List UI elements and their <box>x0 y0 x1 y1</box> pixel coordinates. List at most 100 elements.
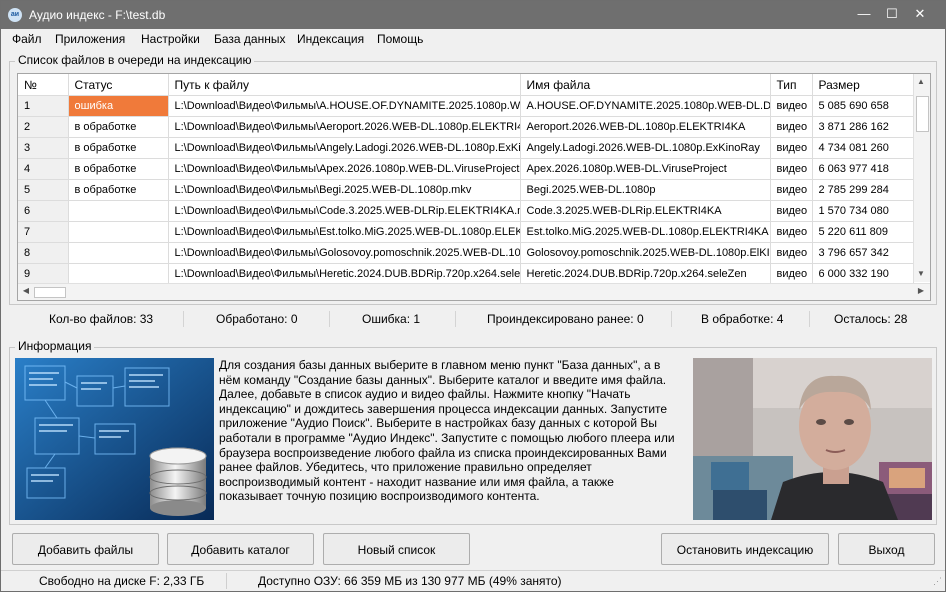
cell-filename: Angely.Ladogi.2026.WEB-DL.1080p.ExKinoRa… <box>520 137 771 159</box>
stats-divider <box>671 311 672 327</box>
stats-divider <box>183 311 184 327</box>
table-row[interactable]: 3 в обработке L:\Download\Видео\Фильмы\A… <box>18 137 914 159</box>
cell-filename: Aeroport.2026.WEB-DL.1080p.ELEKTRI4KA <box>520 116 771 138</box>
scroll-down-icon[interactable]: ▼ <box>914 267 928 281</box>
stat-file-count: Кол-во файлов: 33 <box>49 312 154 326</box>
cell-status <box>68 221 169 243</box>
table-row[interactable]: 9 L:\Download\Видео\Фильмы\Heretic.2024.… <box>18 263 914 285</box>
cell-path: L:\Download\Видео\Фильмы\Begi.2025.WEB-D… <box>168 179 521 201</box>
cell-status: в обработке <box>68 116 169 138</box>
cell-num: 3 <box>18 137 69 159</box>
cell-status-error: ошибка <box>68 95 169 117</box>
vertical-scroll-thumb[interactable] <box>916 96 929 132</box>
cell-path: L:\Download\Видео\Фильмы\Golosovoy.pomos… <box>168 242 521 264</box>
cell-num: 6 <box>18 200 69 222</box>
vertical-scrollbar[interactable]: ▲ ▼ <box>913 74 930 282</box>
scroll-up-icon[interactable]: ▲ <box>914 75 928 89</box>
cell-type: видео <box>770 95 813 117</box>
stat-processed: Обработано: 0 <box>216 312 298 326</box>
cell-status: в обработке <box>68 179 169 201</box>
info-group-title: Информация <box>15 339 95 353</box>
cell-type: видео <box>770 242 813 264</box>
menu-help[interactable]: Помощь <box>377 32 423 46</box>
maximize-button[interactable]: ☐ <box>881 5 903 23</box>
stop-indexing-button[interactable]: Остановить индексацию <box>661 533 829 565</box>
table-row[interactable]: 6 L:\Download\Видео\Фильмы\Code.3.2025.W… <box>18 200 914 222</box>
cell-path: L:\Download\Видео\Фильмы\Code.3.2025.WEB… <box>168 200 521 222</box>
ram-status: Доступно ОЗУ: 66 359 МБ из 130 977 МБ (4… <box>258 574 562 588</box>
cell-num: 9 <box>18 263 69 285</box>
menu-applications[interactable]: Приложения <box>55 32 125 46</box>
add-files-button[interactable]: Добавить файлы <box>12 533 159 565</box>
cell-filename: Begi.2025.WEB-DL.1080p <box>520 179 771 201</box>
column-header-filename[interactable]: Имя файла <box>520 74 771 96</box>
cell-status: в обработке <box>68 137 169 159</box>
cell-num: 2 <box>18 116 69 138</box>
table-row[interactable]: 2 в обработке L:\Download\Видео\Фильмы\A… <box>18 116 914 138</box>
new-list-button[interactable]: Новый список <box>323 533 470 565</box>
cell-num: 1 <box>18 95 69 117</box>
app-window: аи Аудио индекс - F:\test.db — ☐ ✕ Файл … <box>0 0 946 592</box>
cell-num: 7 <box>18 221 69 243</box>
cell-path: L:\Download\Видео\Фильмы\Angely.Ladogi.2… <box>168 137 521 159</box>
app-logo-icon: аи <box>8 8 22 22</box>
database-illustration <box>15 358 214 520</box>
cell-filename: A.HOUSE.OF.DYNAMITE.2025.1080p.WEB-DL.DU… <box>520 95 771 117</box>
column-header-status[interactable]: Статус <box>68 74 169 96</box>
cell-status <box>68 242 169 264</box>
files-table[interactable]: № Статус Путь к файлу Имя файла Тип Разм… <box>17 73 931 301</box>
cell-size: 3 871 286 162 <box>812 116 914 138</box>
column-header-type[interactable]: Тип <box>770 74 813 96</box>
cell-num: 4 <box>18 158 69 180</box>
menu-indexing[interactable]: Индексация <box>297 32 364 46</box>
cell-filename: Code.3.2025.WEB-DLRip.ELEKTRI4KA <box>520 200 771 222</box>
files-table-grid: № Статус Путь к файлу Имя файла Тип Разм… <box>18 74 914 285</box>
cell-filename: Golosovoy.pomoschnik.2025.WEB-DL.1080p.E… <box>520 242 771 264</box>
menu-bar: Файл Приложения Настройки База данных Ин… <box>1 29 945 49</box>
stats-bar: Кол-во файлов: 33 Обработано: 0 Ошибка: … <box>11 309 935 329</box>
stats-divider <box>455 311 456 327</box>
cell-path: L:\Download\Видео\Фильмы\A.HOUSE.OF.DYNA… <box>168 95 521 117</box>
cell-type: видео <box>770 200 813 222</box>
scroll-right-icon[interactable]: ▶ <box>914 284 928 298</box>
cell-status: в обработке <box>68 158 169 180</box>
minimize-button[interactable]: — <box>853 5 875 23</box>
close-button[interactable]: ✕ <box>909 5 931 23</box>
stats-divider <box>329 311 330 327</box>
cell-filename: Est.tolko.MiG.2025.WEB-DL.1080p.ELEKTRI4… <box>520 221 771 243</box>
title-bar[interactable]: аи Аудио индекс - F:\test.db — ☐ ✕ <box>1 1 945 29</box>
column-header-size[interactable]: Размер <box>812 74 914 96</box>
status-bar: Свободно на диске F: 2,33 ГБ Доступно ОЗ… <box>1 570 945 592</box>
cell-size: 5 220 611 809 <box>812 221 914 243</box>
menu-file[interactable]: Файл <box>12 32 42 46</box>
table-row[interactable]: 5 в обработке L:\Download\Видео\Фильмы\B… <box>18 179 914 201</box>
column-header-num[interactable]: № <box>18 74 69 96</box>
add-folder-button[interactable]: Добавить каталог <box>167 533 314 565</box>
stat-remaining: Осталось: 28 <box>834 312 908 326</box>
cell-type: видео <box>770 137 813 159</box>
table-row[interactable]: 8 L:\Download\Видео\Фильмы\Golosovoy.pom… <box>18 242 914 264</box>
stat-in-progress: В обработке: 4 <box>701 312 784 326</box>
table-row[interactable]: 7 L:\Download\Видео\Фильмы\Est.tolko.MiG… <box>18 221 914 243</box>
menu-database[interactable]: База данных <box>214 32 285 46</box>
cell-status <box>68 263 169 285</box>
table-row[interactable]: 1 ошибка L:\Download\Видео\Фильмы\A.HOUS… <box>18 95 914 117</box>
cell-path: L:\Download\Видео\Фильмы\Heretic.2024.DU… <box>168 263 521 285</box>
column-header-path[interactable]: Путь к файлу <box>168 74 521 96</box>
resize-grip-icon[interactable]: ⋰ <box>933 576 942 587</box>
exit-button[interactable]: Выход <box>838 533 935 565</box>
cell-size: 1 570 734 080 <box>812 200 914 222</box>
cell-path: L:\Download\Видео\Фильмы\Apex.2026.1080p… <box>168 158 521 180</box>
cell-type: видео <box>770 263 813 285</box>
cell-type: видео <box>770 158 813 180</box>
horizontal-scroll-thumb[interactable] <box>34 287 66 298</box>
cell-type: видео <box>770 116 813 138</box>
queue-group-title: Список файлов в очереди на индексацию <box>15 53 255 67</box>
cell-type: видео <box>770 221 813 243</box>
table-row[interactable]: 4 в обработке L:\Download\Видео\Фильмы\A… <box>18 158 914 180</box>
menu-settings[interactable]: Настройки <box>141 32 200 46</box>
cell-path: L:\Download\Видео\Фильмы\Aeroport.2026.W… <box>168 116 521 138</box>
scroll-left-icon[interactable]: ◀ <box>19 284 33 298</box>
cell-size: 6 063 977 418 <box>812 158 914 180</box>
horizontal-scrollbar[interactable]: ◀ ▶ <box>18 283 930 300</box>
